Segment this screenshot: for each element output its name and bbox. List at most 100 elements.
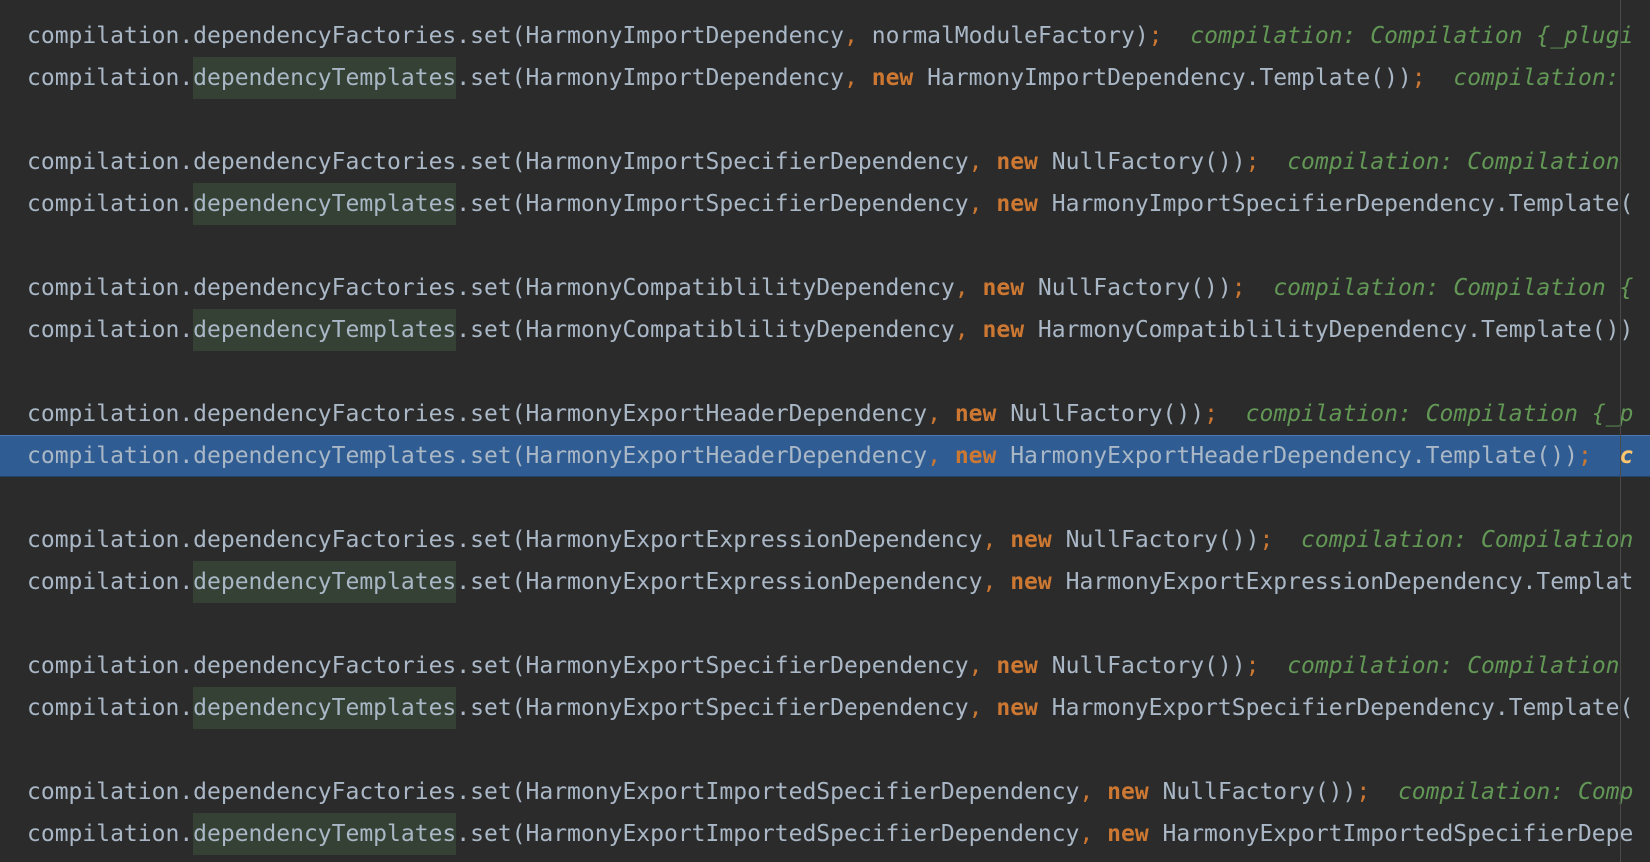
token-object: compilation. (27, 527, 194, 553)
code-line[interactable]: compilation.dependencyTemplates.set(Harm… (0, 183, 1650, 225)
token-semicolon: ; (1245, 149, 1260, 175)
token-call: .set(HarmonyImportDependency (456, 23, 845, 49)
code-line[interactable]: compilation.dependencyTemplates.set(Harm… (0, 687, 1650, 729)
code-line-selected[interactable]: compilation.dependencyTemplates.set(Harm… (0, 435, 1650, 477)
token-property: dependencyFactories (193, 401, 457, 427)
blank-line[interactable] (0, 729, 1650, 771)
token-argument: NullFactory()) (1051, 527, 1260, 553)
token-call: .set(HarmonyImportDependency (456, 65, 845, 91)
inlay-hint: compilation: Compilation {_plugi (1190, 23, 1634, 49)
token-keyword-new: new (996, 653, 1038, 679)
token-argument: NullFactory()) (1148, 779, 1357, 805)
token-argument: HarmonyImportDependency.Template()) (913, 65, 1412, 91)
token-object: compilation. (27, 191, 194, 217)
token-keyword-new: new (996, 149, 1038, 175)
token-argument: HarmonyExportExpressionDependency.Templa… (1051, 569, 1634, 595)
token-property: dependencyFactories (193, 653, 457, 679)
code-line[interactable]: compilation.dependencyTemplates.set(Harm… (0, 309, 1650, 351)
code-line[interactable]: compilation.dependencyFactories.set(Harm… (0, 519, 1650, 561)
token-property: dependencyTemplates (193, 183, 457, 225)
token-property: dependencyFactories (193, 779, 457, 805)
token-comma: , (1079, 821, 1094, 847)
token-semicolon: ; (1231, 275, 1246, 301)
token-property: dependencyFactories (193, 149, 457, 175)
token-semicolon: ; (1204, 401, 1218, 427)
token-call: .set(HarmonyExportImportedSpecifierDepen… (456, 779, 1080, 805)
token-property: dependencyTemplates (193, 813, 457, 855)
token-semicolon: ; (1577, 443, 1592, 469)
token-comma: , (968, 695, 983, 721)
token-object: compilation. (27, 65, 194, 91)
token-comma: , (927, 443, 941, 469)
token-object: compilation. (27, 779, 194, 805)
token-property: dependencyFactories (193, 23, 457, 49)
right-margin-guide (1620, 0, 1621, 862)
blank-line[interactable] (0, 99, 1650, 141)
token-keyword-new: new (1010, 527, 1052, 553)
code-line[interactable]: compilation.dependencyFactories.set(Harm… (0, 645, 1650, 687)
token-keyword-new: new (996, 695, 1038, 721)
token-semicolon: ; (1148, 23, 1163, 49)
token-object: compilation. (27, 821, 194, 847)
token-call: .set(HarmonyExportSpecifierDependency (456, 695, 969, 721)
token-property: dependencyTemplates (193, 443, 457, 469)
token-object: compilation. (27, 275, 194, 301)
token-object: compilation. (27, 653, 194, 679)
token-semicolon: ; (1259, 527, 1274, 553)
token-keyword-new: new (1107, 779, 1149, 805)
token-keyword-new: new (1010, 569, 1052, 595)
token-call: .set(HarmonyImportSpecifierDependency (456, 191, 969, 217)
code-lines[interactable]: compilation.dependencyFactories.set(Harm… (0, 15, 1650, 855)
code-line[interactable]: compilation.dependencyFactories.set(Harm… (0, 141, 1650, 183)
token-comma: , (968, 191, 983, 217)
code-line[interactable]: compilation.dependencyTemplates.set(Harm… (0, 813, 1650, 855)
inlay-hint: compilation: Comp (1397, 779, 1634, 805)
code-editor[interactable]: compilation.dependencyFactories.set(Harm… (0, 0, 1650, 862)
token-object: compilation. (27, 569, 194, 595)
token-argument: HarmonyExportSpecifierDependency.Templat… (1037, 695, 1634, 721)
blank-line[interactable] (0, 477, 1650, 519)
token-call: .set(HarmonyExportHeaderDependency (456, 443, 928, 469)
token-comma: , (954, 275, 969, 301)
code-line[interactable]: compilation.dependencyFactories.set(Harm… (0, 393, 1650, 435)
token-call: .set(HarmonyExportSpecifierDependency (456, 653, 969, 679)
token-keyword-new: new (871, 65, 914, 91)
token-keyword-new: new (954, 401, 997, 427)
code-line[interactable]: compilation.dependencyFactories.set(Harm… (0, 267, 1650, 309)
token-call: .set(HarmonyImportSpecifierDependency (456, 149, 969, 175)
token-object: compilation. (27, 149, 194, 175)
code-line[interactable]: compilation.dependencyTemplates.set(Harm… (0, 561, 1650, 603)
code-line[interactable]: compilation.dependencyFactories.set(Harm… (0, 15, 1650, 57)
token-property: dependencyTemplates (193, 561, 457, 603)
token-property: dependencyTemplates (193, 309, 457, 351)
token-call: .set(HarmonyExportImportedSpecifierDepen… (456, 821, 1080, 847)
blank-line[interactable] (0, 603, 1650, 645)
token-semicolon: ; (1411, 65, 1426, 91)
code-line[interactable]: compilation.dependencyTemplates.set(Harm… (0, 57, 1650, 99)
blank-line[interactable] (0, 351, 1650, 393)
token-argument: HarmonyExportHeaderDependency.Template()… (996, 443, 1578, 469)
token-comma: , (982, 527, 997, 553)
token-argument: HarmonyExportImportedSpecifierDepe (1148, 821, 1634, 847)
token-argument: NullFactory()) (1037, 653, 1246, 679)
token-property: dependencyTemplates (193, 57, 457, 99)
token-semicolon: ; (1245, 653, 1260, 679)
token-call: .set(HarmonyCompatiblilityDependency (456, 317, 955, 343)
token-call: .set(HarmonyExportExpressionDependency (456, 527, 983, 553)
token-argument: NullFactory()) (1024, 275, 1232, 301)
code-line[interactable]: compilation.dependencyFactories.set(Harm… (0, 771, 1650, 813)
blank-line[interactable] (0, 225, 1650, 267)
inlay-hint: compilation: Compilation { (1273, 275, 1634, 301)
